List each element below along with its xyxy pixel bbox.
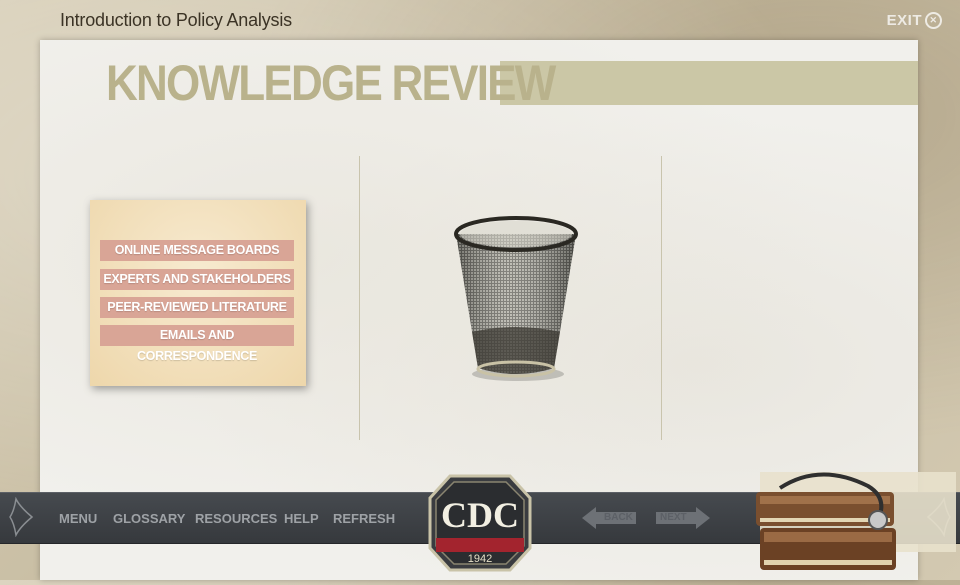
nav-menu[interactable]: MENU	[59, 511, 97, 526]
next-label: NEXT	[660, 512, 687, 523]
column-divider	[661, 156, 662, 440]
cdc-logo: CDC 1942	[420, 470, 540, 580]
drag-source-card: ONLINE MESSAGE BOARDS EXPERTS AND STAKEH…	[90, 200, 306, 386]
course-title: Introduction to Policy Analysis	[60, 10, 292, 30]
back-label: BACK	[604, 512, 633, 523]
ornament-icon	[9, 497, 34, 537]
close-icon: ✕	[925, 12, 942, 29]
nav-help[interactable]: HELP	[284, 511, 319, 526]
page-title: KNOWLEDGE REVIEW	[106, 55, 556, 111]
logo-year: 1942	[468, 553, 492, 565]
nav-glossary[interactable]: GLOSSARY	[113, 511, 185, 526]
column-divider	[359, 156, 360, 440]
nav-resources[interactable]: RESOURCES	[195, 511, 277, 526]
wastebasket-icon[interactable]	[450, 212, 582, 384]
logo-text: CDC	[441, 495, 519, 535]
next-button[interactable]: NEXT	[656, 507, 710, 529]
drag-item[interactable]: ONLINE MESSAGE BOARDS	[100, 240, 294, 261]
drag-item[interactable]: EMAILS AND CORRESPONDENCE	[100, 325, 294, 363]
nav-refresh[interactable]: REFRESH	[333, 511, 395, 526]
drag-item[interactable]: PEER-REVIEWED LITERATURE	[100, 297, 294, 318]
back-button[interactable]: BACK	[582, 507, 636, 529]
drag-item[interactable]: EXPERTS AND STAKEHOLDERS	[100, 269, 294, 290]
exit-label: EXIT	[886, 12, 922, 29]
heading-bar	[500, 61, 918, 105]
books-stethoscope-image	[750, 468, 960, 580]
exit-button[interactable]: EXIT ✕	[887, 12, 942, 29]
